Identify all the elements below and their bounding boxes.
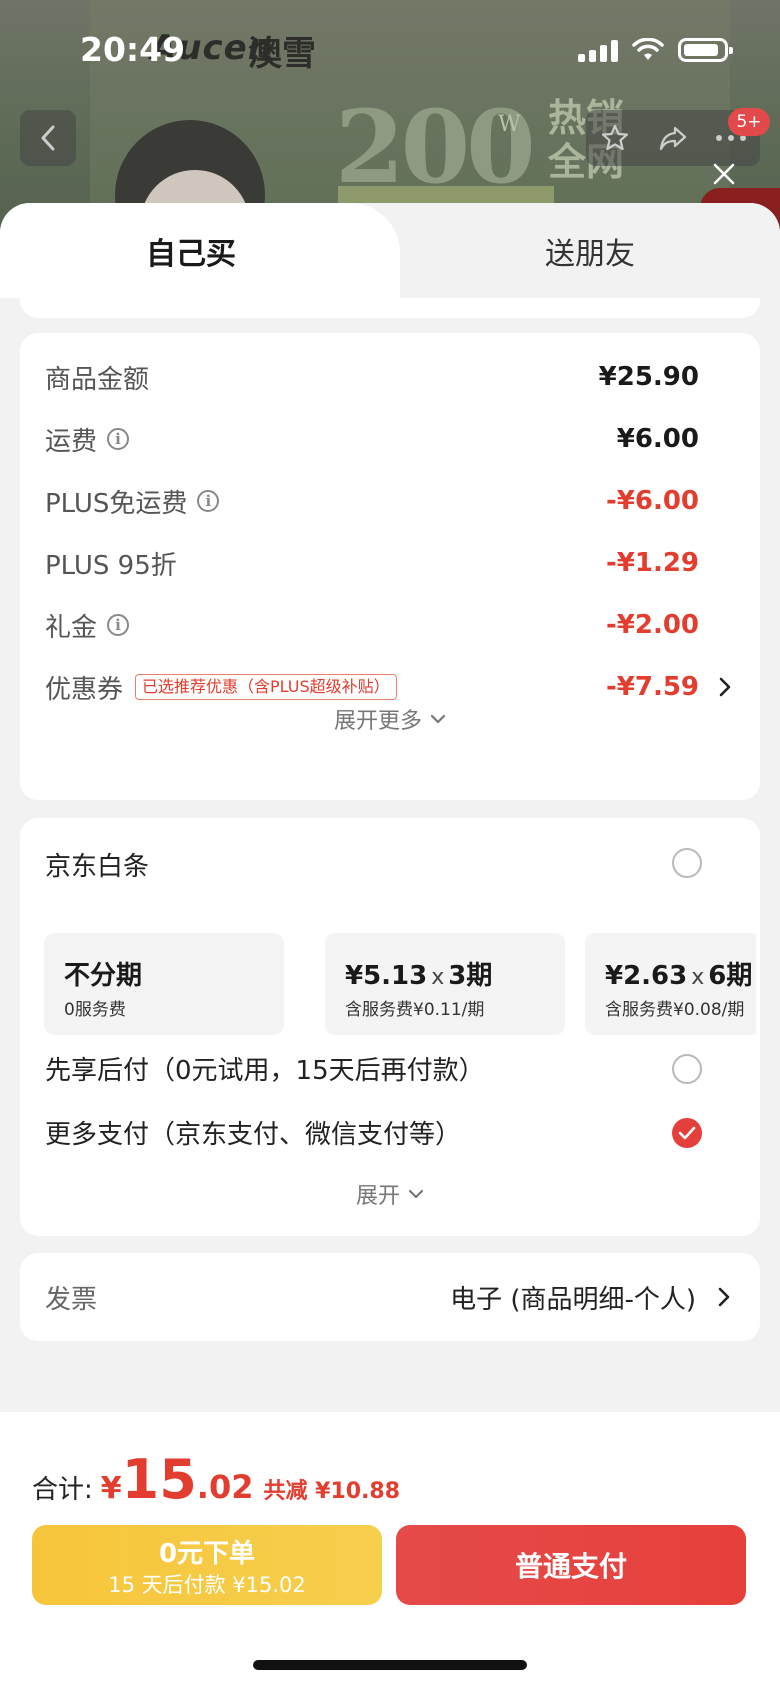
close-icon [713,163,735,185]
battery-icon [678,38,733,62]
home-indicator [253,1660,527,1670]
plan-periods: 6期 [708,961,753,991]
checkout-bar: 合计: ¥ 15 .02 共减 ¥10.88 0元下单 15 天后付款 ¥15.… [0,1412,780,1688]
chevron-down-icon [430,714,446,724]
price-row-goods: 商品金额 ¥25.90 [45,357,735,397]
back-button[interactable] [20,110,76,166]
price-label: PLUS 95折 [45,550,177,581]
price-row-plus-discount: PLUS 95折 -¥1.29 [45,543,735,583]
tab-gift[interactable]: 送朋友 [400,203,780,298]
price-value: ¥6.00 [616,424,699,454]
status-icons [578,38,733,62]
coupon-tag: 已选推荐优惠（含PLUS超级补贴） [135,674,397,700]
wifi-icon [632,38,664,60]
price-label: 礼金 [45,612,98,643]
plan-no-installment[interactable]: 不分期 0服务费 [44,933,284,1035]
pay-later-radio[interactable] [672,1054,702,1084]
price-value: -¥2.00 [605,610,699,640]
baitiao-radio[interactable] [672,848,702,878]
price-value: -¥1.29 [605,548,699,578]
expand-payment-button[interactable]: 展开 [20,1178,760,1210]
brand-logo-cn: 澳雪 [248,34,316,74]
expand-more-button[interactable]: 展开更多 [20,703,760,735]
invoice-card[interactable]: 发票 电子 (商品明细-个人) [20,1253,760,1341]
price-label-wrap: 运费 i [45,421,130,458]
price-row-shipping: 运费 i ¥6.00 [45,419,735,459]
invoice-value: 电子 (商品明细-个人) [450,1285,696,1315]
total-saved: 共减 ¥10.88 [263,1479,401,1504]
plan-3-installments[interactable]: ¥5.13 x 3期 含服务费¥0.11/期 [325,933,565,1035]
price-label: 商品金额 [45,364,150,395]
plan-6-installments[interactable]: ¥2.63 x 6期 含服务费¥0.08/期 [585,933,756,1035]
more-payment-radio[interactable] [672,1118,702,1148]
price-label: PLUS免运费 [45,488,188,519]
total-decimal: .02 [196,1468,254,1506]
pay-now-button[interactable]: 普通支付 [396,1525,746,1605]
price-value: -¥6.00 [605,486,699,516]
price-label: 运费 [45,426,98,457]
status-time: 20:49 [80,30,186,69]
pay-later-subtitle: 15 天后付款 ¥15.02 [108,1573,306,1597]
signal-icon [578,38,618,62]
chevron-right-icon [719,677,731,697]
price-label: 优惠券 [45,674,124,705]
price-details-card: 商品金额 ¥25.90 运费 i ¥6.00 PLUS免运费 i -¥6.00 PL… [20,333,760,800]
plan-times-sign: x [691,965,705,990]
price-label-wrap: PLUS免运费 i [45,483,220,520]
pay-later-button[interactable]: 0元下单 15 天后付款 ¥15.02 [32,1525,382,1605]
total-currency: ¥ [100,1471,122,1506]
check-icon [678,1126,696,1140]
plan-main: ¥5.13 x 3期 [345,955,492,992]
expand-payment-label: 展开 [355,1184,400,1209]
price-row-plus-free-shipping: PLUS免运费 i -¥6.00 [45,481,735,521]
installment-plans: 不分期 0服务费 ¥5.13 x 3期 含服务费¥0.11/期 ¥2.63 x 6期 含… [44,933,756,1035]
pay-later-label: 先享后付（0元试用，15天后再付款） [45,1056,485,1086]
info-icon[interactable]: i [197,490,220,512]
invoice-label: 发票 [45,1285,98,1315]
chevron-right-icon [718,1287,730,1307]
tab-self-buy-label: 自己买 [146,236,236,272]
plan-main-label: 不分期 [64,961,143,991]
info-icon[interactable]: i [107,614,130,636]
price-label-wrap: 优惠券 已选推荐优惠（含PLUS超级补贴） [45,669,397,706]
plan-fee: 0服务费 [64,1000,126,1020]
message-badge: 5+ [728,108,770,136]
pay-later-title: 0元下单 [158,1539,256,1569]
total-integer: 15 [121,1448,197,1511]
plan-fee: 含服务费¥0.08/期 [605,1000,745,1020]
baitiao-label: 京东白条 [45,852,150,882]
price-value: -¥7.59 [605,672,699,702]
favorite-star-icon[interactable] [599,122,631,154]
plan-main: 不分期 [64,955,142,992]
price-row-gift-cash: 礼金 i -¥2.00 [45,605,735,645]
price-value: ¥25.90 [598,362,699,392]
tab-self-buy[interactable]: 自己买 [0,203,400,298]
chevron-left-icon [41,125,55,151]
plan-periods: 3期 [448,961,493,991]
plan-amount: ¥2.63 [605,961,688,991]
plan-times-sign: x [431,965,445,990]
order-total: 合计: ¥ 15 .02 共减 ¥10.88 [32,1448,400,1511]
more-payment-label: 更多支付（京东支付、微信支付等） [45,1120,462,1150]
promo-unit: W [498,112,521,137]
share-icon[interactable] [657,122,689,154]
info-icon[interactable]: i [107,428,130,450]
payment-method-card: 京东白条 不分期 0服务费 ¥5.13 x 3期 含服务费¥0.11/期 ¥2.63… [20,818,760,1236]
chevron-down-icon [408,1189,424,1199]
price-row-coupon[interactable]: 优惠券 已选推荐优惠（含PLUS超级补贴） -¥7.59 [45,667,735,707]
tab-panel-edge [20,298,760,318]
total-label: 合计: [32,1475,93,1505]
plan-amount: ¥5.13 [345,961,428,991]
plan-fee: 含服务费¥0.11/期 [345,1000,485,1020]
close-sheet-button[interactable] [706,156,742,192]
plan-main: ¥2.63 x 6期 [605,955,752,992]
price-label-wrap: 礼金 i [45,607,130,644]
expand-more-label: 展开更多 [333,709,422,734]
purchase-tabs: 自己买 送朋友 [0,203,780,318]
